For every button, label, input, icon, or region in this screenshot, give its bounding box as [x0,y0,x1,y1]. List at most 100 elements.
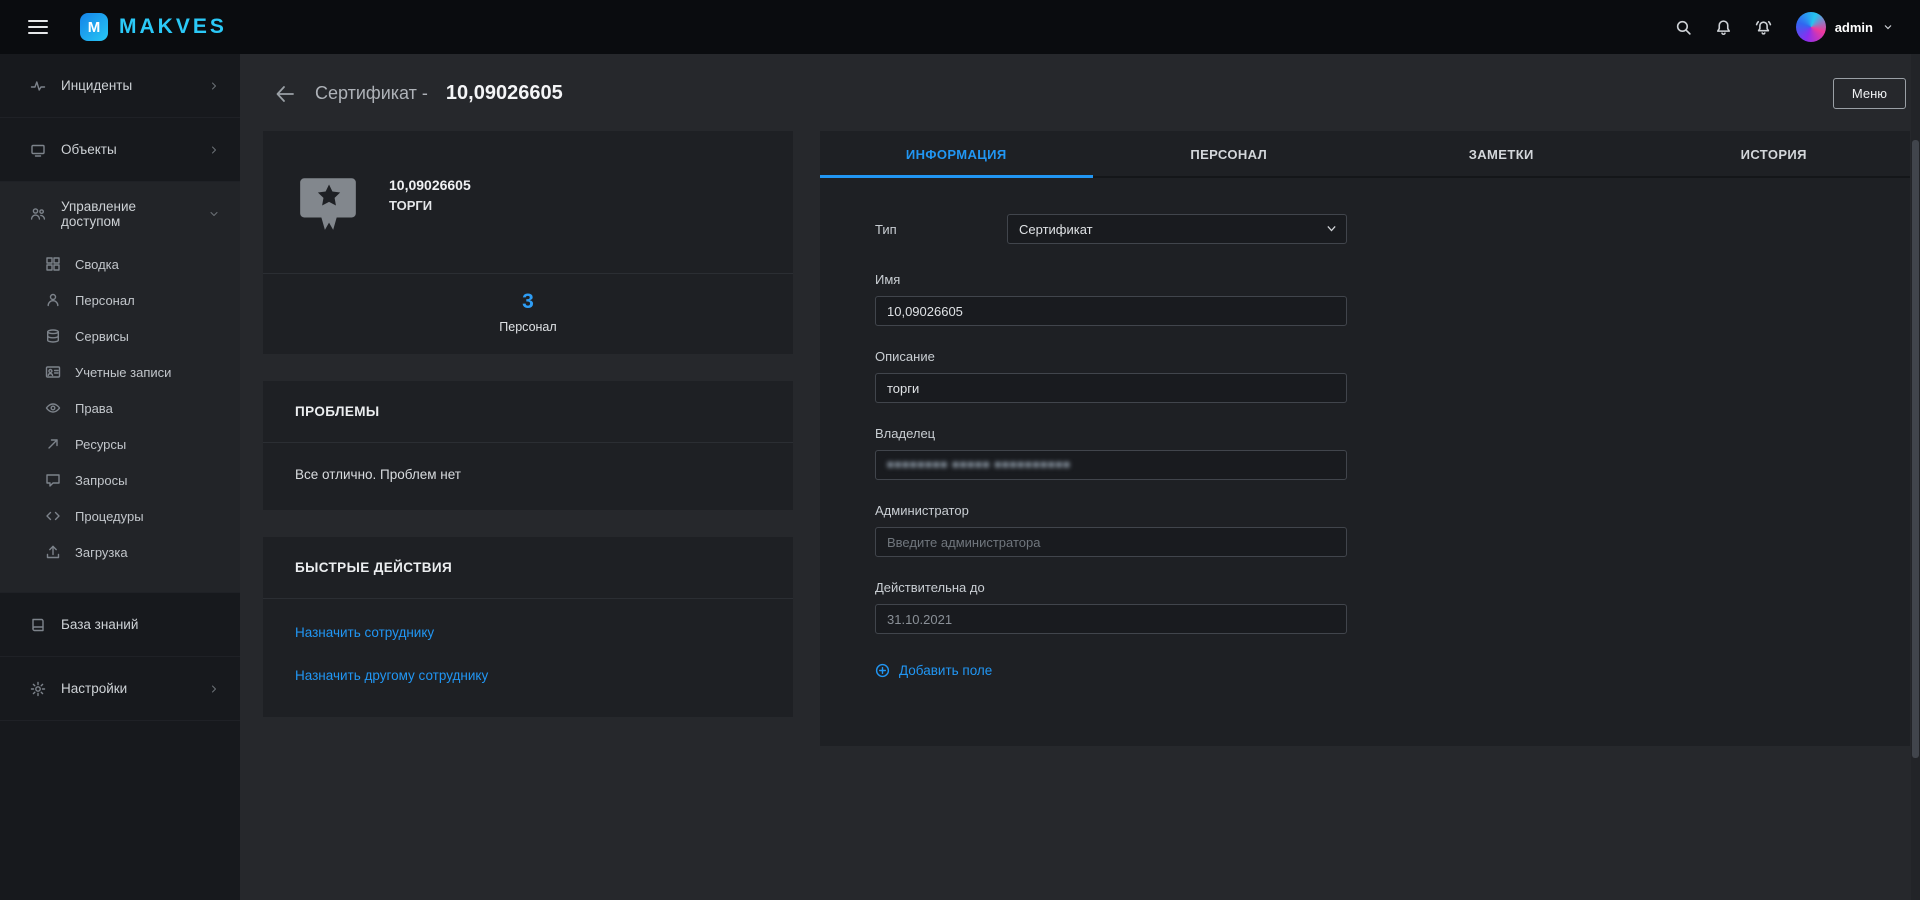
tab-history[interactable]: ИСТОРИЯ [1638,131,1911,176]
problems-message: Все отлично. Проблем нет [295,467,461,482]
back-button[interactable] [273,82,297,106]
owner-input[interactable]: ■■■■■■■■ ■■■■■ ■■■■■■■■■■ [875,450,1347,480]
makves-logo[interactable]: M MAKVES [80,13,227,41]
add-field-link[interactable]: Добавить поле [875,663,992,678]
sidebar-subitem-label: Запросы [75,472,128,488]
person-icon [47,293,59,307]
certificate-name: 10,09026605 [389,177,471,193]
personnel-count-label: Персонал [499,320,557,334]
sidebar-item-label: Управление доступом [61,199,137,229]
name-input[interactable] [875,296,1347,326]
tab-information[interactable]: ИНФОРМАЦИЯ [820,131,1093,178]
notifications-button[interactable] [1708,11,1740,43]
sidebar-subitem-resources[interactable]: Ресурсы [0,426,240,462]
description-input[interactable] [875,373,1347,403]
field-description: Описание [875,349,1910,403]
name-label: Имя [875,272,901,287]
sidebar-subitem-services[interactable]: Сервисы [0,318,240,354]
problems-card: ПРОБЛЕМЫ Все отлично. Проблем нет [263,381,793,510]
accounts-icon [45,366,61,378]
certificate-subtitle: ТОРГИ [389,198,433,213]
bell-icon [1717,19,1731,35]
sidebar-item-label: База знаний [61,617,139,632]
tab-notes[interactable]: ЗАМЕТКИ [1365,131,1638,176]
sidebar-item-objects[interactable]: Объекты [0,118,240,182]
sidebar-subitem-procedures[interactable]: Процедуры [0,498,240,534]
content-row: 10,09026605 ТОРГИ 3 Персонал ПРОБЛЕМЫ Вс… [263,131,1910,746]
upload-icon [46,545,60,559]
sidebar-subitem-personnel[interactable]: Персонал [0,282,240,318]
sidebar-group-access-management: Управление доступом Сводка Персонал Серв… [0,182,240,593]
quick-actions-body: Назначить сотруднику Назначить другому с… [263,599,793,717]
valid-until-input[interactable] [875,604,1347,634]
shell: Инциденты Объекты Управление доступом Св… [0,54,1920,900]
menu-button[interactable]: Меню [1832,78,1906,109]
chevron-down-icon [210,211,218,217]
sidebar-item-label: Объекты [61,142,117,157]
left-column: 10,09026605 ТОРГИ 3 Персонал ПРОБЛЕМЫ Вс… [263,131,793,717]
user-menu[interactable]: admin [1795,12,1894,42]
sidebar-subitem-label: Права [75,400,113,416]
administrator-label: Администратор [875,503,969,518]
procedures-icon [46,511,60,521]
valid-until-label: Действительна до [875,580,985,595]
description-label: Описание [875,349,935,364]
certificate-title-block: 10,09026605 ТОРГИ [389,169,471,235]
makves-logo-icon: M [80,13,108,41]
summary-grid-icon [46,257,60,271]
sidebar: Инциденты Объекты Управление доступом Св… [0,54,240,900]
tabs-bar: ИНФОРМАЦИЯ ПЕРСОНАЛ ЗАМЕТКИ ИСТОРИЯ [820,131,1910,178]
incidents-icon [30,80,46,91]
page-header: Сертификат - 10,09026605 Меню [273,78,1906,109]
sidebar-subitem-requests[interactable]: Запросы [0,462,240,498]
problems-card-title: ПРОБЛЕМЫ [295,404,380,419]
knowledge-base-icon [32,618,44,631]
vertical-scrollbar[interactable] [1911,54,1920,900]
sidebar-item-label: Инциденты [61,78,133,93]
owner-value-redacted: ■■■■■■■■ ■■■■■ ■■■■■■■■■■ [887,459,1071,471]
field-valid-until: Действительна до [875,580,1910,634]
sidebar-subitem-summary[interactable]: Сводка [0,246,240,282]
field-name: Имя [875,272,1910,326]
field-type: Тип Сертификат [875,214,1910,244]
assign-employee-link[interactable]: Назначить сотруднику [295,625,761,640]
alerts-button[interactable] [1748,11,1780,43]
field-administrator: Администратор [875,503,1910,557]
search-button[interactable] [1668,11,1700,43]
settings-gear-icon [30,681,46,696]
personnel-count: 3 [522,290,534,313]
hamburger-icon [28,20,48,22]
hamburger-menu-button[interactable] [22,14,54,40]
topbar-actions: admin [1668,11,1894,43]
sidebar-subitem-label: Сводка [75,256,119,272]
sidebar-subitem-label: Процедуры [75,508,144,524]
sidebar-item-settings[interactable]: Настройки [0,657,240,721]
sidebar-subitem-upload[interactable]: Загрузка [0,534,240,570]
sidebar-subitem-accounts[interactable]: Учетные записи [0,354,240,390]
bell-ring-icon [1756,20,1772,35]
personnel-count-link[interactable]: 3 Персонал [263,274,793,354]
objects-icon [31,144,45,157]
type-select-wrap: Сертификат [1007,214,1347,244]
certificate-award-icon [300,178,356,230]
field-owner: Владелец ■■■■■■■■ ■■■■■ ■■■■■■■■■■ [875,426,1910,480]
sidebar-subitem-label: Ресурсы [75,436,127,452]
page-title-id: 10,09026605 [445,82,563,104]
makves-logo-text: MAKVES [119,15,227,38]
sidebar-item-incidents[interactable]: Инциденты [0,54,240,118]
sidebar-subitem-rights[interactable]: Права [0,390,240,426]
chevron-right-icon [211,81,217,90]
sidebar-item-access-management[interactable]: Управление доступом [0,182,240,246]
resources-icon [48,439,58,449]
tab-personnel[interactable]: ПЕРСОНАЛ [1093,131,1366,176]
sidebar-subitem-label: Персонал [75,292,135,308]
sidebar-subitem-label: Учетные записи [75,364,172,380]
user-name: admin [1834,19,1873,35]
assign-other-employee-link[interactable]: Назначить другому сотруднику [295,668,761,683]
sidebar-item-knowledge-base[interactable]: База знаний [0,593,240,657]
scrollbar-thumb[interactable] [1912,140,1919,758]
arrow-left-icon [276,85,294,102]
administrator-input[interactable] [875,527,1347,557]
requests-icon [46,474,60,487]
type-select[interactable]: Сертификат [1007,214,1347,244]
